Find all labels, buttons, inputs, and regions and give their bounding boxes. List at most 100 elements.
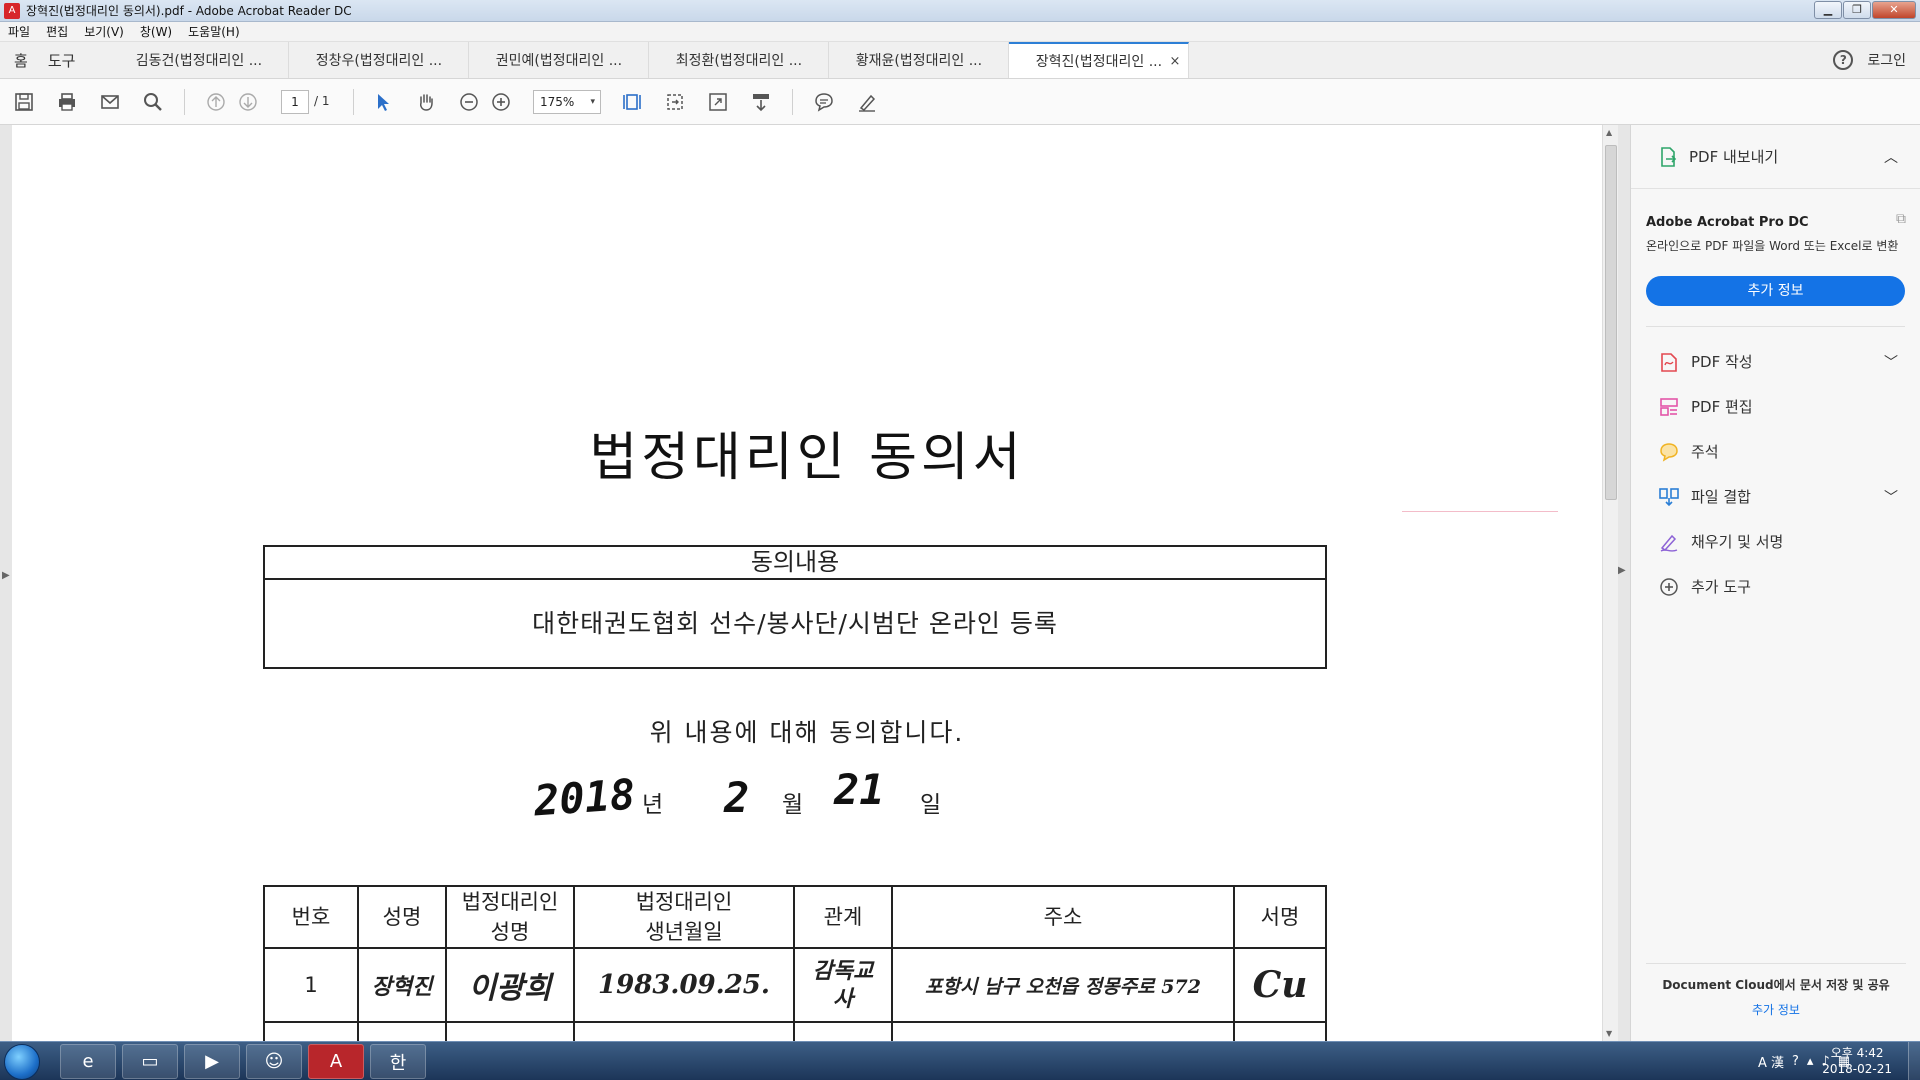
start-button[interactable] xyxy=(4,1044,40,1080)
page-number-input[interactable]: 1 xyxy=(281,90,309,114)
tool-label: 주석 xyxy=(1691,443,1719,461)
ime-indicator[interactable]: A 漢 xyxy=(1758,1052,1784,1071)
toolbar-separator xyxy=(792,89,793,115)
save-icon[interactable] xyxy=(11,89,37,115)
consent-content: 대한태권도협회 선수/봉사단/시범단 온라인 등록 xyxy=(532,609,1058,638)
document-tab[interactable]: 권민예(법정대리인 ... xyxy=(469,42,650,78)
tool-label: 파일 결합 xyxy=(1691,488,1751,506)
column-header-guardian-birth: 법정대리인 생년월일 xyxy=(573,885,795,949)
toolbar: 1 / 1 175% ▾ xyxy=(0,79,1920,125)
chevron-down-icon[interactable]: ﹀ xyxy=(1884,352,1898,372)
export-pdf-header[interactable]: PDF 내보내기 ︿ xyxy=(1631,125,1920,189)
help-icon[interactable]: ? xyxy=(1833,50,1854,70)
scroll-down-icon[interactable]: ▼ xyxy=(1606,1029,1612,1038)
zoom-out-icon[interactable] xyxy=(456,89,482,115)
cell-address: 포항시 남구 오천읍 정몽주로 572 xyxy=(891,947,1235,1023)
document-tab-label: 장혁진(법정대리인 ... xyxy=(1035,54,1163,70)
create-pdf-icon xyxy=(1657,350,1681,374)
fit-width-icon[interactable] xyxy=(662,89,688,115)
messenger-icon[interactable]: ☺ xyxy=(246,1044,302,1079)
menu-edit[interactable]: 편집 xyxy=(38,23,76,40)
document-tab-label: 김동건(법정대리인 ... xyxy=(135,53,263,69)
highlight-pen-icon[interactable] xyxy=(854,89,880,115)
combine-files-icon xyxy=(1657,485,1681,509)
show-desktop-button[interactable] xyxy=(1908,1042,1920,1080)
pdf-page: 법정대리인 동의서 동의내용 대한태권도협회 선수/봉사단/시범단 온라인 등록… xyxy=(12,125,1602,1041)
previous-page-icon[interactable] xyxy=(203,89,229,115)
select-cursor-icon[interactable] xyxy=(370,89,396,115)
clock[interactable]: 오후 4:42 2018-02-21 xyxy=(1822,1045,1892,1077)
document-viewport[interactable]: ▶ 법정대리인 동의서 동의내용 대한태권도협회 선수/봉사단/시범단 온라인 … xyxy=(0,125,1630,1041)
tool-label: 채우기 및 서명 xyxy=(1691,533,1784,551)
right-panel-toggle-icon[interactable]: ▶ xyxy=(1618,565,1626,576)
scrollbar-thumb[interactable] xyxy=(1605,145,1617,500)
left-panel-toggle-icon[interactable]: ▶ xyxy=(2,570,10,581)
ie-icon[interactable]: e xyxy=(60,1044,116,1079)
media-player-icon[interactable]: ▶ xyxy=(184,1044,240,1079)
email-icon[interactable] xyxy=(97,89,123,115)
document-tab[interactable]: 정창우(법정대리인 ... xyxy=(289,42,470,78)
hand-tool-icon[interactable] xyxy=(413,89,439,115)
explorer-icon[interactable]: ▭ xyxy=(122,1044,178,1079)
copy-icon[interactable]: ⧉ xyxy=(1896,211,1906,227)
tab-close-icon[interactable]: × xyxy=(1170,54,1181,69)
date-month-handwritten: 2 xyxy=(724,773,750,822)
full-screen-icon[interactable] xyxy=(705,89,731,115)
document-tab[interactable]: 황재윤(법정대리인 ... xyxy=(829,42,1010,78)
document-cloud-section: Document Cloud에서 문서 저장 및 공유 추가 정보 xyxy=(1646,963,1906,1041)
menu-file[interactable]: 파일 xyxy=(0,23,38,40)
minimize-button[interactable]: ▁ xyxy=(1814,1,1842,19)
column-header-relation: 관계 xyxy=(793,885,893,949)
tools-pane: PDF 내보내기 ︿ Adobe Acrobat Pro DC ⧉ 온라인으로 … xyxy=(1630,125,1920,1041)
scroll-up-icon[interactable]: ▲ xyxy=(1606,128,1612,137)
comment-icon[interactable] xyxy=(811,89,837,115)
login-link[interactable]: 로그인 xyxy=(1867,50,1906,70)
next-page-icon[interactable] xyxy=(235,89,261,115)
maximize-button[interactable]: ❐ xyxy=(1843,1,1871,19)
column-header-guardian-name: 법정대리인 성명 xyxy=(445,885,575,949)
document-tab[interactable]: 최정환(법정대리인 ... xyxy=(649,42,830,78)
help-icon[interactable]: ? xyxy=(1792,1054,1799,1069)
scroll-mode-icon[interactable] xyxy=(748,89,774,115)
menu-help[interactable]: 도움말(H) xyxy=(180,23,248,40)
tool-more-tools[interactable]: 추가 도구 xyxy=(1631,564,1920,609)
zoom-in-icon[interactable] xyxy=(488,89,514,115)
vertical-scrollbar[interactable]: ▲ ▼ xyxy=(1602,125,1618,1041)
date-year-label: 년 xyxy=(642,792,664,818)
cell-signature: Cu xyxy=(1233,947,1327,1023)
tool-combine-files[interactable]: 파일 결합 ﹀ xyxy=(1631,474,1920,519)
cell-empty xyxy=(1233,1021,1327,1041)
show-hidden-icons-icon[interactable]: ▴ xyxy=(1807,1054,1814,1069)
cloud-more-info-link[interactable]: 추가 정보 xyxy=(1646,1001,1906,1018)
document-tab-label: 권민예(법정대리인 ... xyxy=(495,53,623,69)
cell-guardian-name: 이광희 xyxy=(445,947,575,1023)
document-tab[interactable]: 김동건(법정대리인 ... xyxy=(109,42,290,78)
zoom-select[interactable]: 175% ▾ xyxy=(533,90,601,114)
zoom-value: 175% xyxy=(540,95,575,109)
comment-icon xyxy=(1657,440,1681,464)
tool-fill-sign[interactable]: 채우기 및 서명 xyxy=(1631,519,1920,564)
print-icon[interactable] xyxy=(54,89,80,115)
document-tab-active[interactable]: 장혁진(법정대리인 ... × xyxy=(1009,42,1190,78)
tool-create-pdf[interactable]: PDF 작성 ﹀ xyxy=(1631,339,1920,384)
column-header-number: 번호 xyxy=(263,885,359,949)
close-window-button[interactable]: ✕ xyxy=(1872,1,1916,19)
cell-empty xyxy=(445,1021,575,1041)
menu-window[interactable]: 창(W) xyxy=(132,23,180,40)
chevron-down-icon[interactable]: ﹀ xyxy=(1884,487,1898,507)
fit-page-icon[interactable] xyxy=(619,89,645,115)
tab-home[interactable]: 홈 xyxy=(0,42,38,78)
menu-view[interactable]: 보기(V) xyxy=(76,23,132,40)
tool-comment[interactable]: 주석 xyxy=(1631,429,1920,474)
hangul-icon[interactable]: 한 xyxy=(370,1044,426,1079)
more-info-button[interactable]: 추가 정보 xyxy=(1646,276,1905,306)
chevron-up-icon[interactable]: ︿ xyxy=(1884,147,1898,167)
tab-tools[interactable]: 도구 xyxy=(38,42,110,78)
cell-number: 1 xyxy=(263,947,359,1023)
acrobat-icon[interactable]: A xyxy=(308,1044,364,1079)
toolbar-separator xyxy=(353,89,354,115)
page-total: / 1 xyxy=(314,94,330,108)
date-day-handwritten: 21 xyxy=(834,765,885,814)
search-icon[interactable] xyxy=(140,89,166,115)
tool-edit-pdf[interactable]: PDF 편집 xyxy=(1631,384,1920,429)
